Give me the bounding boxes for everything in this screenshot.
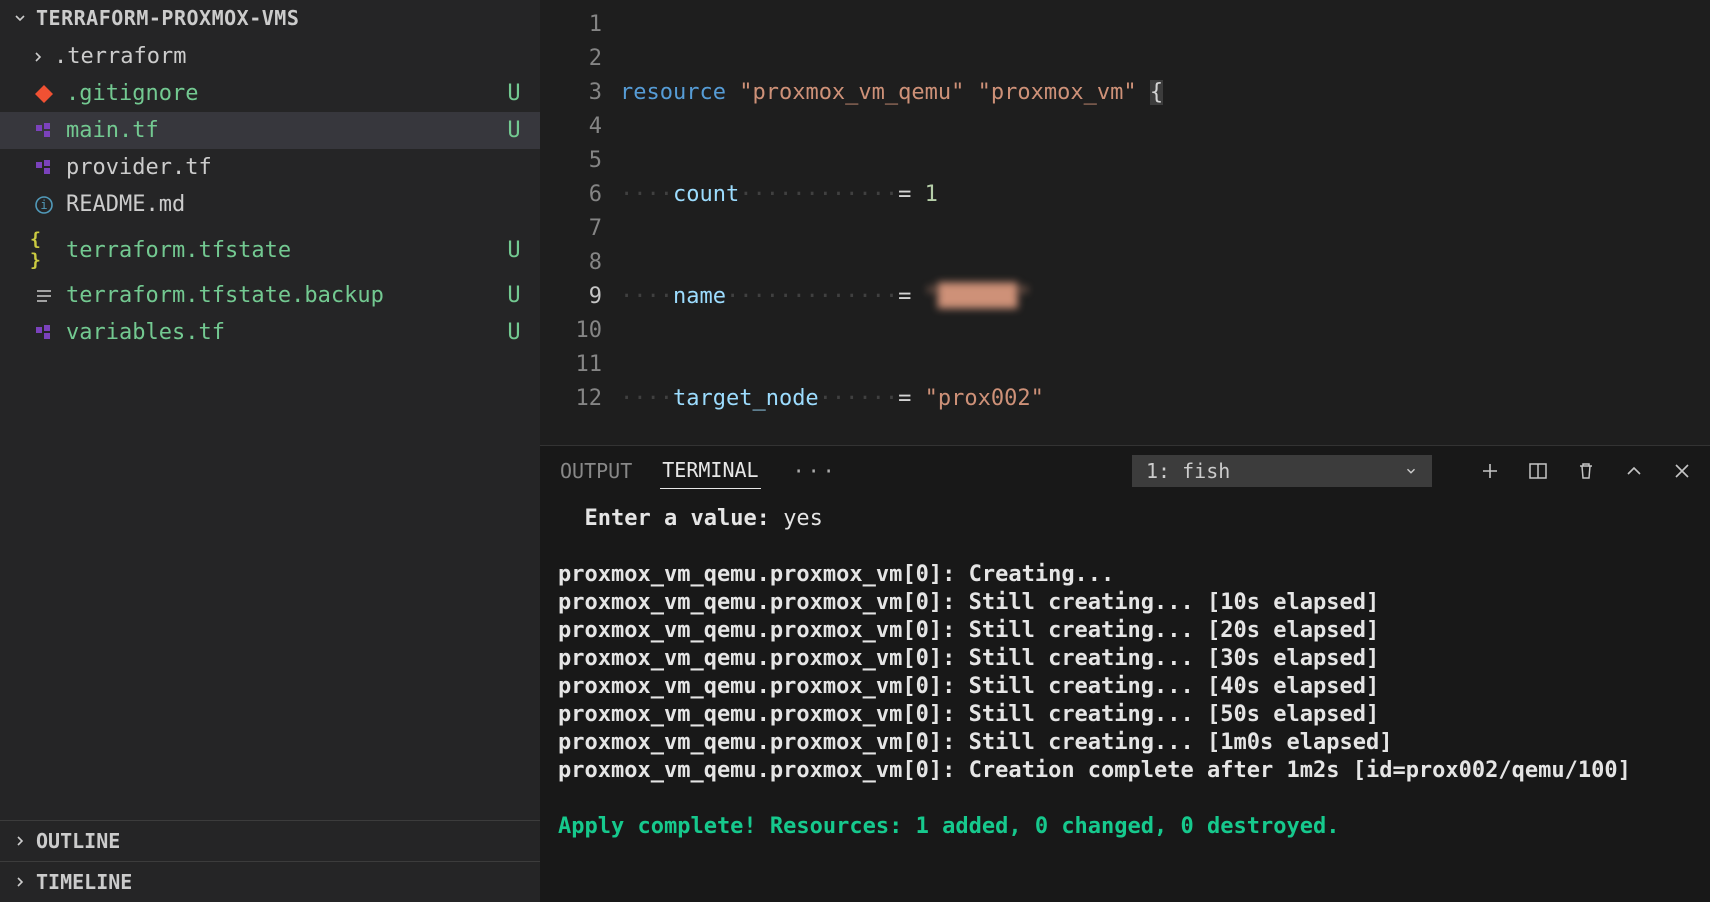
close-icon[interactable]	[1672, 461, 1692, 481]
file-name: variables.tf	[66, 320, 500, 345]
chevron-right-icon	[30, 49, 48, 65]
line-number: 5	[540, 144, 602, 178]
info-icon: i	[30, 195, 58, 215]
file-name: provider.tf	[66, 155, 528, 180]
git-status-badge: U	[500, 238, 528, 263]
code-line: ····count············= 1	[620, 178, 1710, 212]
terminal-selector[interactable]: 1: fish	[1132, 455, 1432, 487]
folder-name: .terraform	[54, 44, 186, 69]
line-number: 12	[540, 382, 602, 416]
panel-label: OUTLINE	[36, 829, 120, 853]
code-line: ····name·············= "██████"	[620, 280, 1710, 314]
tab-terminal[interactable]: TERMINAL	[660, 452, 760, 489]
file-name: README.md	[66, 192, 528, 217]
terminal-output[interactable]: Enter a value: yes proxmox_vm_qemu.proxm…	[540, 495, 1710, 902]
panel-label: TIMELINE	[36, 870, 132, 894]
terraform-icon	[30, 158, 58, 178]
split-terminal-icon[interactable]	[1528, 461, 1548, 481]
line-number: 1	[540, 8, 602, 42]
terminal-panel: OUTPUT TERMINAL ··· 1: fish Enter a valu…	[540, 445, 1710, 902]
terminal-tabs: OUTPUT TERMINAL ··· 1: fish	[540, 446, 1710, 495]
line-number: 4	[540, 110, 602, 144]
file-name: terraform.tfstate.backup	[66, 283, 500, 308]
main-area: 1 2 3 4 5 6 7 8 9 10 11 12 resource "pro…	[540, 0, 1710, 902]
chevron-down-icon	[1404, 464, 1418, 478]
file-tfstate-backup[interactable]: terraform.tfstate.backup U	[0, 277, 540, 314]
terraform-icon	[30, 323, 58, 343]
file-gitignore[interactable]: .gitignore U	[0, 75, 540, 112]
svg-text:i: i	[40, 198, 47, 212]
file-name: main.tf	[66, 118, 500, 143]
file-readme[interactable]: i README.md	[0, 186, 540, 223]
chevron-right-icon	[12, 833, 30, 849]
code-line: resource "proxmox_vm_qemu" "proxmox_vm" …	[620, 76, 1710, 110]
file-main-tf[interactable]: main.tf U	[0, 112, 540, 149]
line-number: 7	[540, 212, 602, 246]
panel-outline[interactable]: OUTLINE	[0, 820, 540, 861]
explorer-root-title: TERRAFORM-PROXMOX-VMS	[36, 6, 299, 30]
line-number: 3	[540, 76, 602, 110]
file-variables-tf[interactable]: variables.tf U	[0, 314, 540, 351]
line-number: 2	[540, 42, 602, 76]
json-icon: { }	[30, 229, 58, 271]
code-content[interactable]: resource "proxmox_vm_qemu" "proxmox_vm" …	[620, 0, 1710, 445]
file-list: .terraform .gitignore U main.tf U provid…	[0, 36, 540, 820]
code-editor[interactable]: 1 2 3 4 5 6 7 8 9 10 11 12 resource "pro…	[540, 0, 1710, 445]
line-number-gutter: 1 2 3 4 5 6 7 8 9 10 11 12	[540, 0, 620, 445]
panel-timeline[interactable]: TIMELINE	[0, 861, 540, 902]
git-icon	[30, 84, 58, 104]
new-terminal-icon[interactable]	[1480, 461, 1500, 481]
line-number: 9	[540, 280, 602, 314]
explorer-root-header[interactable]: TERRAFORM-PROXMOX-VMS	[0, 0, 540, 36]
file-name: terraform.tfstate	[66, 238, 500, 263]
folder-terraform[interactable]: .terraform	[0, 38, 540, 75]
chevron-down-icon	[12, 10, 30, 26]
file-name: .gitignore	[66, 81, 500, 106]
more-tabs-icon[interactable]: ···	[787, 459, 844, 483]
git-status-badge: U	[500, 320, 528, 345]
line-number: 11	[540, 348, 602, 382]
trash-icon[interactable]	[1576, 461, 1596, 481]
line-number: 6	[540, 178, 602, 212]
terraform-icon	[30, 121, 58, 141]
tab-output[interactable]: OUTPUT	[558, 453, 634, 489]
chevron-right-icon	[12, 874, 30, 890]
line-number: 8	[540, 246, 602, 280]
file-tfstate[interactable]: { } terraform.tfstate U	[0, 223, 540, 277]
code-line: ····target_node······= "prox002"	[620, 382, 1710, 416]
lines-icon	[30, 286, 58, 306]
terminal-selector-value: 1: fish	[1146, 459, 1230, 483]
git-status-badge: U	[500, 283, 528, 308]
line-number: 10	[540, 314, 602, 348]
git-status-badge: U	[500, 118, 528, 143]
file-provider-tf[interactable]: provider.tf	[0, 149, 540, 186]
git-status-badge: U	[500, 81, 528, 106]
maximize-icon[interactable]	[1624, 461, 1644, 481]
file-explorer-sidebar: TERRAFORM-PROXMOX-VMS .terraform .gitign…	[0, 0, 540, 902]
terminal-action-icons	[1480, 461, 1692, 481]
sidebar-bottom-panels: OUTLINE TIMELINE	[0, 820, 540, 902]
